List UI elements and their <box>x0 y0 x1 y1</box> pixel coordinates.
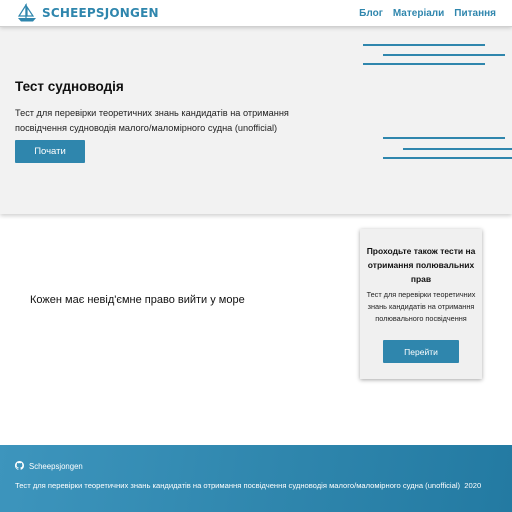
wave-line <box>383 137 505 139</box>
footer-text: Тест для перевірки теоретичних знань кан… <box>15 481 481 490</box>
wave-line <box>383 54 505 56</box>
page-title: Тест судноводія <box>15 79 124 94</box>
footer-description: Тест для перевірки теоретичних знань кан… <box>15 481 461 490</box>
logo[interactable]: SCHEEPSJONGEN <box>16 2 159 24</box>
nav-link-blog[interactable]: Блог <box>359 8 383 19</box>
logo-text: SCHEEPSJONGEN <box>42 6 159 20</box>
main-section: Кожен має невід'ємне право вийти у море … <box>0 214 512 445</box>
sailboat-icon <box>16 3 38 23</box>
site-footer: Scheepsjongen Тест для перевірки теорети… <box>0 445 512 512</box>
start-button[interactable]: Почати <box>15 140 85 163</box>
nav-link-questions[interactable]: Питання <box>454 8 496 19</box>
nav-link-materials[interactable]: Матеріали <box>393 8 444 19</box>
card-title: Проходьте також тести на отримання полюв… <box>366 246 476 284</box>
motto-text: Кожен має невід'ємне право вийти у море <box>30 294 245 306</box>
github-label: Scheepsjongen <box>29 462 83 471</box>
card-description: Тест для перевірки теоретичних знань кан… <box>366 290 476 323</box>
wave-line <box>363 63 485 65</box>
wave-line <box>363 44 485 46</box>
hero-description: Тест для перевірки теоретичних знань кан… <box>15 108 289 133</box>
hero-section: Тест судноводія Тест для перевірки теоре… <box>0 27 512 214</box>
main-nav: Блог Матеріали Питання <box>359 0 496 27</box>
github-icon <box>15 461 29 472</box>
go-button[interactable]: Перейти <box>383 340 459 363</box>
site-header: SCHEEPSJONGEN Блог Матеріали Питання <box>0 0 512 27</box>
github-link[interactable]: Scheepsjongen <box>15 461 83 472</box>
wave-line <box>383 157 512 159</box>
hunting-test-card: Проходьте також тести на отримання полюв… <box>360 229 482 379</box>
wave-line <box>403 148 512 150</box>
footer-year: 2020 <box>464 481 482 490</box>
